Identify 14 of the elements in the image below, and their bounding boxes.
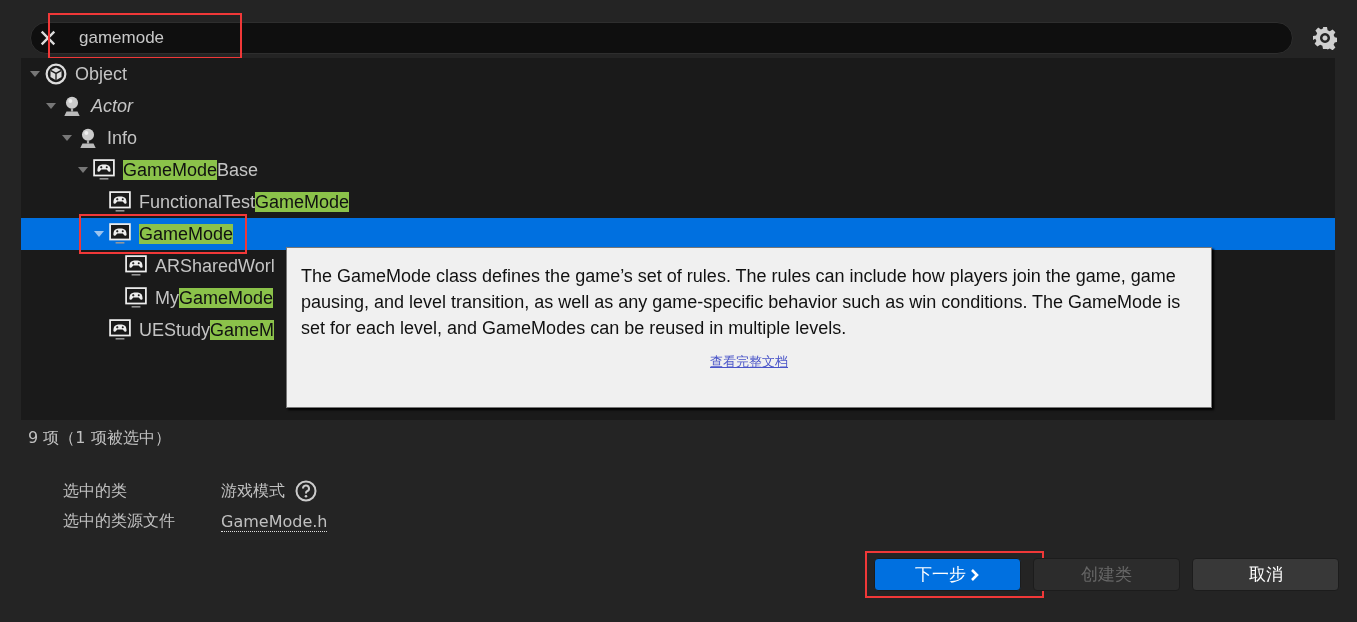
class-name: MyGameMode: [155, 287, 274, 309]
tooltip-text: The GameMode class defines the game’s set of rules. The rules can include how players join the game, game pausing, and level transition, as well as any game-specific behavior such as win conditions. The GameMode is set for each level, and GameModes can be reused in multiple levels.: [301, 265, 1182, 340]
class-name: FunctionalTestGameMode: [139, 191, 350, 213]
class-name: ARSharedWorl: [155, 255, 275, 277]
class-name: GameModeBase: [123, 159, 259, 181]
class-name: Object: [75, 63, 128, 85]
property-label: 选中的类源文件: [63, 511, 176, 532]
class-name: Actor: [91, 95, 133, 117]
class-name: Info: [107, 127, 138, 149]
class-name: UEStudyGameM: [139, 319, 275, 341]
item-count: 9 项（1 项被选中）: [27, 427, 172, 449]
property-label: 选中的类: [63, 480, 128, 502]
property-value: 游戏模式: [221, 480, 285, 502]
class-name: GameMode: [139, 223, 234, 245]
